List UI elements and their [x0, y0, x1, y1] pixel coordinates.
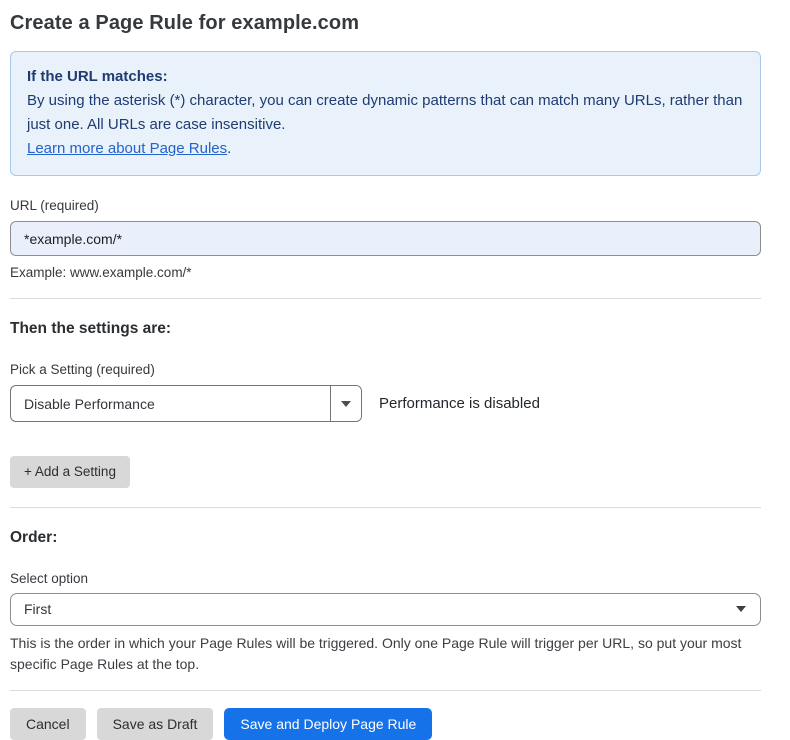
form-actions: Cancel Save as Draft Save and Deploy Pag… [10, 708, 761, 740]
info-box-body: By using the asterisk (*) character, you… [27, 89, 744, 137]
order-section-heading: Order: [10, 529, 761, 547]
setting-select-value: Disable Performance [11, 386, 330, 421]
divider [10, 690, 761, 691]
cancel-button[interactable]: Cancel [10, 708, 86, 740]
learn-more-link[interactable]: Learn more about Page Rules [27, 140, 227, 157]
url-example-text: Example: www.example.com/* [10, 265, 761, 280]
settings-section-heading: Then the settings are: [10, 320, 761, 338]
order-select[interactable]: First [10, 593, 761, 626]
caret-down-icon [341, 401, 351, 407]
page-title: Create a Page Rule for example.com [10, 12, 761, 35]
url-match-info-box: If the URL matches: By using the asteris… [10, 51, 761, 176]
caret-down-icon [736, 606, 746, 612]
divider [10, 298, 761, 299]
order-select-value: First [24, 601, 736, 617]
save-deploy-button[interactable]: Save and Deploy Page Rule [224, 708, 432, 740]
info-box-link-line: Learn more about Page Rules. [27, 137, 744, 161]
order-select-label: Select option [10, 571, 761, 586]
link-suffix: . [227, 140, 231, 157]
setting-status-text: Performance is disabled [379, 395, 540, 412]
setting-select-arrow-button[interactable] [330, 386, 361, 421]
setting-select[interactable]: Disable Performance [10, 385, 362, 422]
divider [10, 507, 761, 508]
page-rule-form: Create a Page Rule for example.com If th… [0, 0, 790, 740]
pick-setting-label: Pick a Setting (required) [10, 362, 761, 377]
setting-picker-row: Disable Performance Performance is disab… [10, 385, 761, 422]
url-field-label: URL (required) [10, 198, 761, 213]
info-box-heading: If the URL matches: [27, 65, 744, 89]
add-setting-button[interactable]: + Add a Setting [10, 456, 130, 488]
save-draft-button[interactable]: Save as Draft [97, 708, 214, 740]
order-help-text: This is the order in which your Page Rul… [10, 633, 758, 675]
url-input[interactable] [10, 221, 761, 256]
